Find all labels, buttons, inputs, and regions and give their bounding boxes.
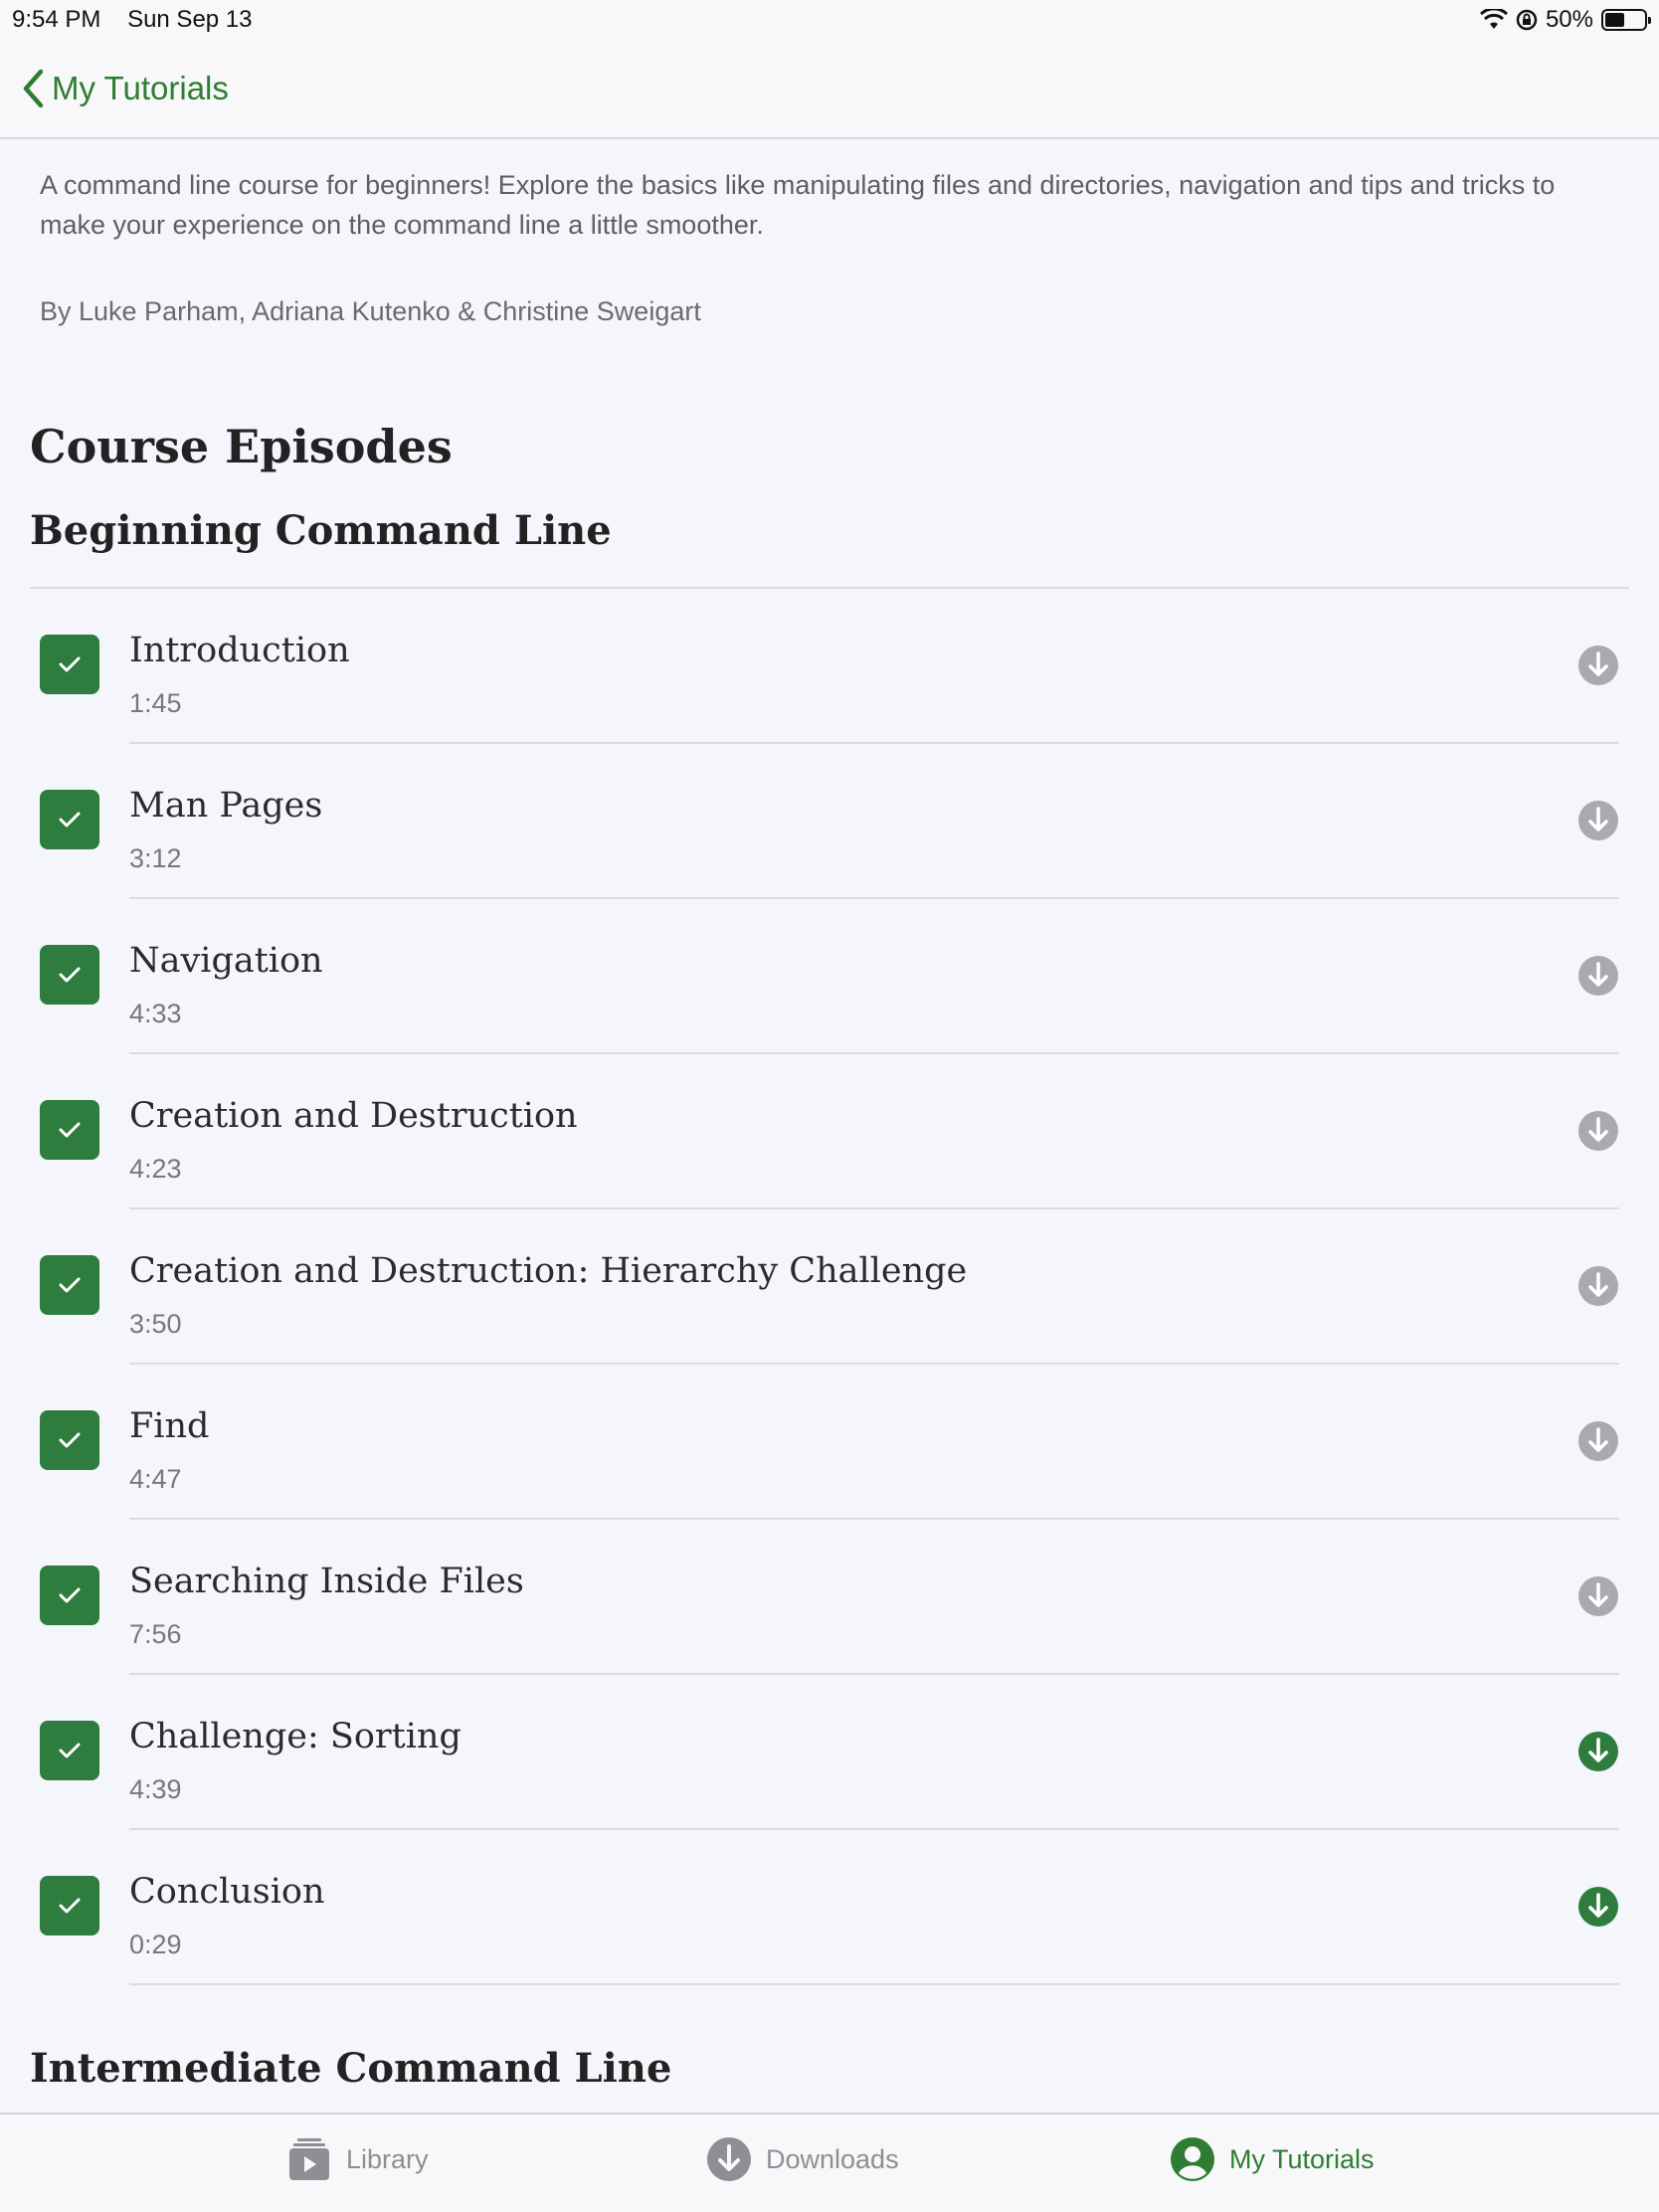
download-icon[interactable] (1577, 645, 1619, 686)
episode-completed-checkbox[interactable] (40, 1410, 99, 1470)
episode-title: Introduction (129, 631, 350, 670)
status-bar: 9:54 PM Sun Sep 13 50% (0, 0, 1659, 40)
battery-percent: 50% (1545, 6, 1593, 33)
checkmark-icon (59, 967, 81, 983)
course-description: A command line course for beginners! Exp… (40, 170, 1556, 240)
episode-duration: 3:12 (129, 843, 182, 873)
checkmark-icon (59, 1587, 81, 1603)
episode-completed-checkbox[interactable] (40, 635, 99, 694)
status-left: 9:54 PM Sun Sep 13 (12, 6, 273, 34)
status-time: 9:54 PM (12, 6, 101, 33)
download-icon[interactable] (1577, 1110, 1619, 1152)
navigation-bar: My Tutorials (0, 40, 1659, 139)
checkmark-icon (59, 1898, 81, 1914)
checkmark-icon (59, 812, 81, 828)
library-icon (289, 2138, 329, 2180)
group-title-intermediate: Intermediate Command Line (30, 2045, 672, 2092)
episode-row[interactable]: Creation and Destruction: Hierarchy Chal… (0, 1209, 1659, 1365)
course-authors: By Luke Parham, Adriana Kutenko & Christ… (40, 296, 701, 326)
episode-duration: 0:29 (129, 1930, 182, 1959)
episode-title: Navigation (129, 941, 323, 981)
back-button[interactable]: My Tutorials (22, 69, 229, 108)
episode-duration: 4:33 (129, 999, 182, 1028)
episode-completed-checkbox[interactable] (40, 945, 99, 1005)
episode-completed-checkbox[interactable] (40, 1566, 99, 1625)
wifi-icon (1479, 9, 1508, 29)
tab-downloads-label: Downloads (766, 2143, 899, 2174)
profile-icon (1171, 2137, 1214, 2181)
episode-completed-checkbox[interactable] (40, 790, 99, 849)
episode-title: Man Pages (129, 786, 323, 826)
episode-completed-checkbox[interactable] (40, 1255, 99, 1315)
battery-icon (1601, 9, 1651, 31)
episode-duration: 4:23 (129, 1154, 182, 1184)
checkmark-icon (59, 1277, 81, 1293)
episode-list: Introduction 1:45 Man Pages 3:12 Navigation 4… (0, 589, 1659, 1985)
download-icon[interactable] (1577, 1575, 1619, 1617)
episode-completed-checkbox[interactable] (40, 1100, 99, 1160)
status-date: Sun Sep 13 (127, 6, 253, 33)
episode-row[interactable]: Searching Inside Files 7:56 (0, 1520, 1659, 1675)
checkmark-icon (59, 656, 81, 672)
episode-duration: 3:50 (129, 1309, 182, 1339)
episode-title: Creation and Destruction: Hierarchy Chal… (129, 1251, 968, 1291)
episode-row[interactable]: Introduction 1:45 (0, 589, 1659, 744)
download-icon[interactable] (1577, 1886, 1619, 1928)
chevron-left-icon (23, 69, 44, 108)
episode-row[interactable]: Conclusion 0:29 (0, 1830, 1659, 1985)
episode-completed-checkbox[interactable] (40, 1876, 99, 1936)
tab-library-label: Library (346, 2143, 429, 2174)
download-icon[interactable] (1577, 1420, 1619, 1462)
tab-bar: Library Downloads My Tutorials (0, 2113, 1659, 2212)
episode-duration: 4:47 (129, 1464, 182, 1494)
download-icon[interactable] (1577, 800, 1619, 841)
group-title-beginning: Beginning Command Line (30, 507, 612, 554)
episode-row[interactable]: Navigation 4:33 (0, 899, 1659, 1054)
episode-divider (129, 1983, 1619, 1985)
episode-row[interactable]: Challenge: Sorting 4:39 (0, 1675, 1659, 1830)
checkmark-icon (59, 1432, 81, 1448)
battery-fill (1605, 13, 1624, 27)
section-title: Course Episodes (30, 420, 453, 473)
episode-duration: 4:39 (129, 1774, 182, 1804)
back-button-label: My Tutorials (52, 70, 229, 106)
tab-downloads[interactable]: Downloads (706, 2136, 899, 2182)
episode-row[interactable]: Man Pages 3:12 (0, 744, 1659, 899)
episode-title: Conclusion (129, 1872, 325, 1912)
episode-title: Challenge: Sorting (129, 1717, 461, 1756)
episode-completed-checkbox[interactable] (40, 1721, 99, 1780)
download-icon[interactable] (1577, 1265, 1619, 1307)
tab-my-tutorials[interactable]: My Tutorials (1170, 2136, 1375, 2182)
download-icon (707, 2137, 751, 2181)
episode-duration: 1:45 (129, 688, 182, 718)
episode-row[interactable]: Creation and Destruction 4:23 (0, 1054, 1659, 1209)
episode-row[interactable]: Find 4:47 (0, 1365, 1659, 1520)
tab-my-tutorials-label: My Tutorials (1229, 2143, 1375, 2174)
checkmark-icon (59, 1743, 81, 1758)
episode-duration: 7:56 (129, 1619, 182, 1649)
checkmark-icon (59, 1122, 81, 1138)
tab-library[interactable]: Library (286, 2136, 429, 2182)
download-icon[interactable] (1577, 955, 1619, 997)
episode-title: Searching Inside Files (129, 1562, 524, 1601)
download-icon[interactable] (1577, 1731, 1619, 1772)
episode-title: Find (129, 1406, 210, 1446)
episode-title: Creation and Destruction (129, 1096, 578, 1136)
rotation-lock-icon (1516, 9, 1538, 31)
status-right: 50% (1479, 6, 1651, 34)
